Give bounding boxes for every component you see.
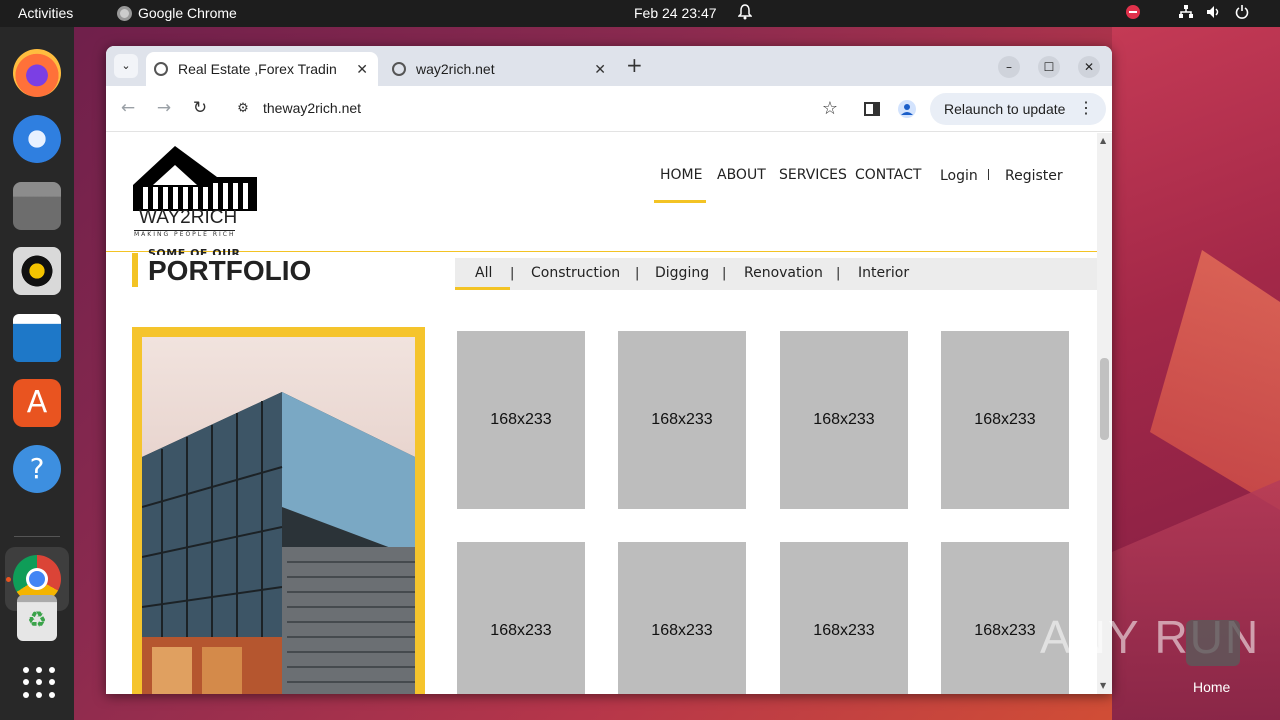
side-panel-icon[interactable] xyxy=(862,99,882,119)
tab-real-estate[interactable]: Real Estate ,Forex Tradin ✕ xyxy=(146,52,378,86)
more-menu-icon[interactable]: ⋮ xyxy=(1078,93,1094,125)
filter-separator: | xyxy=(510,266,515,281)
app-center-icon[interactable]: A xyxy=(13,379,61,427)
chrome-icon xyxy=(117,5,132,21)
filter-separator: | xyxy=(635,266,640,281)
globe-icon xyxy=(392,62,406,76)
portfolio-placeholder[interactable]: 168x233 xyxy=(780,542,908,694)
tab-search-button[interactable]: ⌄ xyxy=(114,54,138,78)
nav-active-underline xyxy=(654,200,706,203)
logo-tagline: MAKING PEOPLE RICH xyxy=(134,230,236,238)
relaunch-button[interactable]: Relaunch to update ⋮ xyxy=(930,93,1106,125)
reload-icon[interactable]: ↻ xyxy=(190,98,210,118)
new-tab-button[interactable]: + xyxy=(626,55,643,75)
nav-about[interactable]: ABOUT xyxy=(717,167,766,183)
portfolio-placeholder[interactable]: 168x233 xyxy=(457,331,585,509)
firefox-icon[interactable] xyxy=(13,49,61,97)
browser-window: ⌄ Real Estate ,Forex Tradin ✕ way2rich.n… xyxy=(106,46,1112,694)
site-header: WAY2RICH MAKING PEOPLE RICH HOME ABOUT S… xyxy=(106,133,1097,252)
top-bar: Activities Google Chrome Feb 24 23:47 xyxy=(0,0,1280,27)
scroll-thumb[interactable] xyxy=(1100,358,1109,440)
section-accent-bar xyxy=(132,253,138,287)
volume-icon xyxy=(1207,6,1219,18)
network-icon xyxy=(1179,5,1193,18)
scroll-up-arrow[interactable]: ▲ xyxy=(1100,136,1106,145)
section-title: PORTFOLIO xyxy=(148,255,312,286)
power-icon xyxy=(1235,5,1249,19)
portfolio-placeholder[interactable]: 168x233 xyxy=(618,331,746,509)
tab-title: way2rich.net xyxy=(416,61,495,77)
tab-way2rich[interactable]: way2rich.net ✕ xyxy=(384,52,616,86)
back-icon[interactable]: ← xyxy=(118,98,138,118)
forward-icon[interactable]: → xyxy=(154,98,174,118)
scroll-down-arrow[interactable]: ▼ xyxy=(1100,681,1106,690)
logo-brand: WAY2RICH xyxy=(139,207,238,228)
do-not-disturb-icon xyxy=(1126,5,1140,19)
portfolio-placeholder[interactable]: 168x233 xyxy=(618,542,746,694)
maximize-button[interactable]: ☐ xyxy=(1038,56,1060,78)
filter-interior[interactable]: Interior xyxy=(858,265,909,281)
featured-project-frame[interactable] xyxy=(132,327,425,694)
url-text: theway2rich.net xyxy=(263,100,362,116)
app-name: Google Chrome xyxy=(138,5,237,21)
close-tab-icon[interactable]: ✕ xyxy=(594,61,606,78)
home-folder-icon[interactable] xyxy=(1186,620,1240,666)
system-tray[interactable] xyxy=(1126,5,1250,19)
browser-toolbar: ← → ↻ ⚙ theway2rich.net ☆ Relaunch to up… xyxy=(106,86,1112,132)
filter-digging[interactable]: Digging xyxy=(655,265,709,281)
home-folder-label[interactable]: Home xyxy=(1193,679,1230,695)
profile-avatar-icon[interactable] xyxy=(897,99,917,119)
help-icon[interactable]: ? xyxy=(13,445,61,493)
minimize-button[interactable]: – xyxy=(998,56,1020,78)
filter-construction[interactable]: Construction xyxy=(531,265,620,281)
relaunch-label: Relaunch to update xyxy=(944,101,1066,117)
show-apps-icon[interactable] xyxy=(13,659,61,707)
site-logo[interactable]: WAY2RICH MAKING PEOPLE RICH xyxy=(131,145,261,239)
address-bar[interactable]: ⚙ theway2rich.net ☆ xyxy=(226,92,846,126)
files-icon[interactable] xyxy=(13,182,61,230)
login-link[interactable]: Login xyxy=(940,168,978,184)
tab-strip: ⌄ Real Estate ,Forex Tradin ✕ way2rich.n… xyxy=(106,46,1112,86)
tab-title: Real Estate ,Forex Tradin xyxy=(178,61,337,77)
dock-separator xyxy=(14,536,60,537)
close-tab-icon[interactable]: ✕ xyxy=(356,61,368,78)
clock[interactable]: Feb 24 23:47 xyxy=(634,5,717,21)
portfolio-filter-bar: All | Construction | Digging | Renovatio… xyxy=(455,258,1097,290)
nav-home[interactable]: HOME xyxy=(660,167,702,183)
filter-renovation[interactable]: Renovation xyxy=(744,265,823,281)
portfolio-placeholder[interactable]: 168x233 xyxy=(780,331,908,509)
site-info-icon[interactable]: ⚙ xyxy=(234,100,252,118)
filter-active-underline xyxy=(455,287,510,290)
portfolio-placeholder[interactable]: 168x233 xyxy=(457,542,585,694)
bookmark-star-icon[interactable]: ☆ xyxy=(822,98,838,119)
featured-building-image xyxy=(142,337,415,694)
bell-icon xyxy=(738,4,752,20)
globe-icon xyxy=(154,62,168,76)
running-indicator xyxy=(6,577,11,582)
thunderbird-icon[interactable] xyxy=(13,115,61,163)
register-link[interactable]: Register xyxy=(1005,168,1063,184)
filter-separator: | xyxy=(722,266,727,281)
dock: A ? ♻ xyxy=(0,27,74,720)
nav-services[interactable]: SERVICES xyxy=(779,167,847,183)
trash-icon[interactable]: ♻ xyxy=(17,595,57,641)
auth-separator xyxy=(988,169,989,180)
nav-contact[interactable]: CONTACT xyxy=(855,167,921,183)
close-window-button[interactable]: ✕ xyxy=(1078,56,1100,78)
filter-separator: | xyxy=(836,266,841,281)
writer-icon[interactable] xyxy=(13,314,61,362)
activities-button[interactable]: Activities xyxy=(18,5,73,21)
section-subtitle: SOME OF OUR xyxy=(148,247,241,255)
logo-building-icon xyxy=(133,146,257,211)
app-menu[interactable]: Google Chrome xyxy=(117,5,237,21)
rhythmbox-icon[interactable] xyxy=(13,247,61,295)
page-viewport: WAY2RICH MAKING PEOPLE RICH HOME ABOUT S… xyxy=(106,133,1097,694)
filter-all[interactable]: All xyxy=(475,265,492,281)
portfolio-placeholder[interactable]: 168x233 xyxy=(941,331,1069,509)
